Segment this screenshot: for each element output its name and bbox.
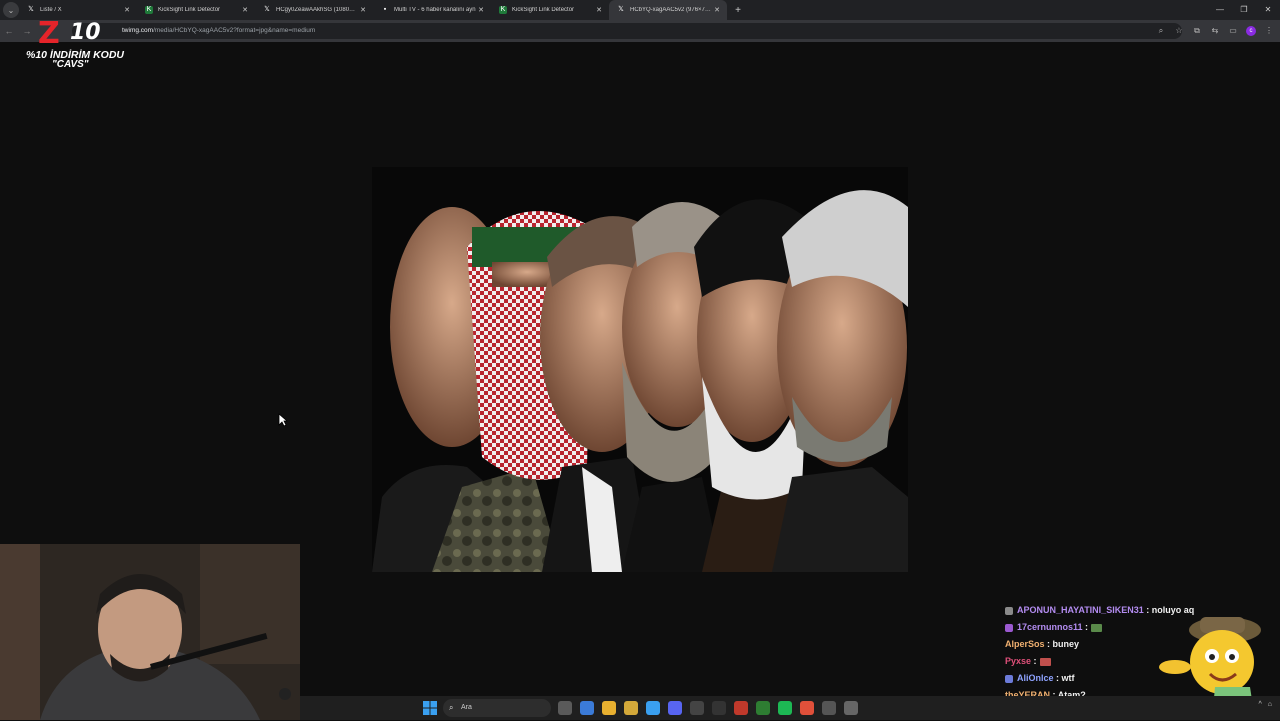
settings-icon[interactable] (822, 701, 836, 715)
app-icon[interactable] (712, 701, 726, 715)
tray-chevron-icon[interactable]: ^ (1258, 701, 1261, 708)
extensions-icon[interactable]: ⧉ (1192, 23, 1202, 39)
task-view-icon[interactable] (558, 701, 572, 715)
tab-close-icon[interactable]: ✕ (712, 6, 722, 14)
windows-start-icon[interactable] (423, 701, 437, 715)
kicksight-icon: K (499, 6, 507, 14)
chat-badge-icon (1005, 606, 1013, 615)
spotify-icon[interactable] (778, 701, 792, 715)
multitv-icon: ▪ (383, 6, 387, 13)
tab-close-icon[interactable]: ✕ (358, 6, 368, 14)
minimize-icon[interactable]: — (1208, 0, 1232, 20)
figure-6 (772, 190, 908, 572)
mouse-cursor-icon (278, 413, 288, 427)
browser-tab[interactable]: 𝕏 HCbYQ-xagAAC5v2 (976×737) ✕ (609, 0, 727, 20)
tab-close-icon[interactable]: ✕ (594, 6, 604, 14)
chrome-canary-icon[interactable] (800, 701, 814, 715)
webcam-feed (0, 544, 300, 720)
logo-ten: 10 (70, 20, 101, 45)
portrait-group-image (372, 167, 908, 572)
browser-tab[interactable]: 𝕏 HCgy0ZeawAAkhSG (1080×238 ✕ (255, 0, 373, 20)
tab-search-menu-button[interactable]: ⌄ (3, 2, 19, 18)
steam-icon[interactable] (690, 701, 704, 715)
window-controls: — ❐ ✕ (1208, 0, 1280, 20)
browser-tab-bar: ⌄ 𝕏 Liste / X ✕ K KickSight Link Detector ✕ 𝕏 H… (0, 0, 1280, 20)
taskbar-search-placeholder: Ara (461, 704, 472, 711)
bookmark-star-icon[interactable]: ☆ (1174, 23, 1184, 39)
chat-emote-icon (1039, 657, 1051, 666)
taskbar-apps (558, 701, 858, 715)
discord-icon[interactable] (668, 701, 682, 715)
zoom-icon[interactable]: ⌕ (1156, 23, 1166, 39)
chat-badge-icon (1005, 674, 1013, 683)
sidebar-icon[interactable]: ▭ (1228, 23, 1238, 39)
x-icon: 𝕏 (28, 6, 34, 13)
chrome-icon[interactable] (602, 701, 616, 715)
close-window-icon[interactable]: ✕ (1256, 0, 1280, 20)
tab-close-icon[interactable]: ✕ (122, 6, 132, 14)
browser-tab[interactable]: ▪ Multi TV - 6 haber kanalını ayn ✕ (373, 0, 491, 20)
back-arrow-icon[interactable]: ← (0, 26, 18, 36)
system-tray: ^ ⌂ (1258, 701, 1272, 708)
search-icon: ⌕ (449, 703, 454, 712)
tab-close-icon[interactable]: ✕ (240, 6, 250, 14)
url-path: /media/HCbYQ-xagAAC5v2?format=jpg&name=m… (153, 27, 316, 34)
sponsor-logo-overlay: Z 10 %10 İNDİRİM KODU "CAVS" (24, 16, 124, 72)
address-bar-row: ← → twimg.com/media/HCbYQ-xagAAC5v2?form… (0, 20, 1280, 42)
address-bar-actions: ⌕ ☆ ⧉ ⇆ ▭ c ⋮ (1156, 23, 1274, 39)
chat-username: Pyxse (1005, 656, 1032, 666)
taskbar-search[interactable]: ⌕ Ara (443, 699, 551, 717)
file-explorer-icon[interactable] (624, 701, 638, 715)
browser-tab[interactable]: K KickSight Link Detector ✕ (137, 0, 255, 20)
app-icon-gray[interactable] (844, 701, 858, 715)
network-icon[interactable]: ⌂ (1268, 701, 1272, 708)
chat-text: : buney (1047, 639, 1080, 649)
tab-title: HCbYQ-xagAAC5v2 (976×737) (630, 7, 712, 13)
windows-taskbar: ⌕ Ara ^ ⌂ (300, 696, 1280, 720)
tab-title: HCgy0ZeawAAkhSG (1080×238 (276, 7, 358, 13)
whatsapp-icon[interactable] (756, 701, 770, 715)
url-field[interactable]: twimg.com/media/HCbYQ-xagAAC5v2?format=j… (72, 23, 1182, 39)
chat-emote-icon (1091, 623, 1103, 632)
x-icon: 𝕏 (618, 6, 624, 13)
copilot-icon[interactable] (580, 701, 594, 715)
restore-icon[interactable]: ❐ (1232, 0, 1256, 20)
kicksight-icon: K (145, 6, 153, 14)
streamer-webcam (0, 544, 300, 720)
extension-icon[interactable]: ⇆ (1210, 23, 1220, 39)
tab-title: KickSight Link Detector (512, 7, 575, 13)
tab-close-icon[interactable]: ✕ (476, 6, 486, 14)
chat-username: AliOnlce (1017, 673, 1054, 683)
more-menu-icon[interactable]: ⋮ (1264, 23, 1274, 39)
new-tab-button[interactable]: + (731, 5, 745, 16)
chat-username: AlperSos (1005, 639, 1045, 649)
edge-icon[interactable] (646, 701, 660, 715)
promo-code-text: "CAVS" (52, 59, 89, 70)
chat-text: : wtf (1056, 673, 1075, 683)
x-icon: 𝕏 (264, 6, 270, 13)
tab-title: Liste / X (40, 7, 62, 13)
chat-text: : (1033, 656, 1037, 666)
chat-badge-icon (1005, 623, 1013, 632)
chat-username: APONUN_HAYATINI_SIKEN31 (1017, 605, 1144, 615)
chat-username: 17cernunnos11 (1017, 622, 1083, 632)
displayed-image (372, 167, 908, 572)
browser-tab[interactable]: K KickSight Link Detector ✕ (491, 0, 609, 20)
tab-strip: 𝕏 Liste / X ✕ K KickSight Link Detector ✕ 𝕏 HCg… (19, 0, 727, 20)
app-icon-red[interactable] (734, 701, 748, 715)
logo-z: Z (38, 16, 60, 51)
tab-title: KickSight Link Detector (158, 7, 221, 13)
profile-avatar-icon[interactable]: c (1246, 26, 1256, 36)
url-domain: twimg.com (122, 27, 154, 34)
chat-text: : (1085, 622, 1089, 632)
tab-title: Multi TV - 6 haber kanalını ayn (394, 7, 476, 13)
